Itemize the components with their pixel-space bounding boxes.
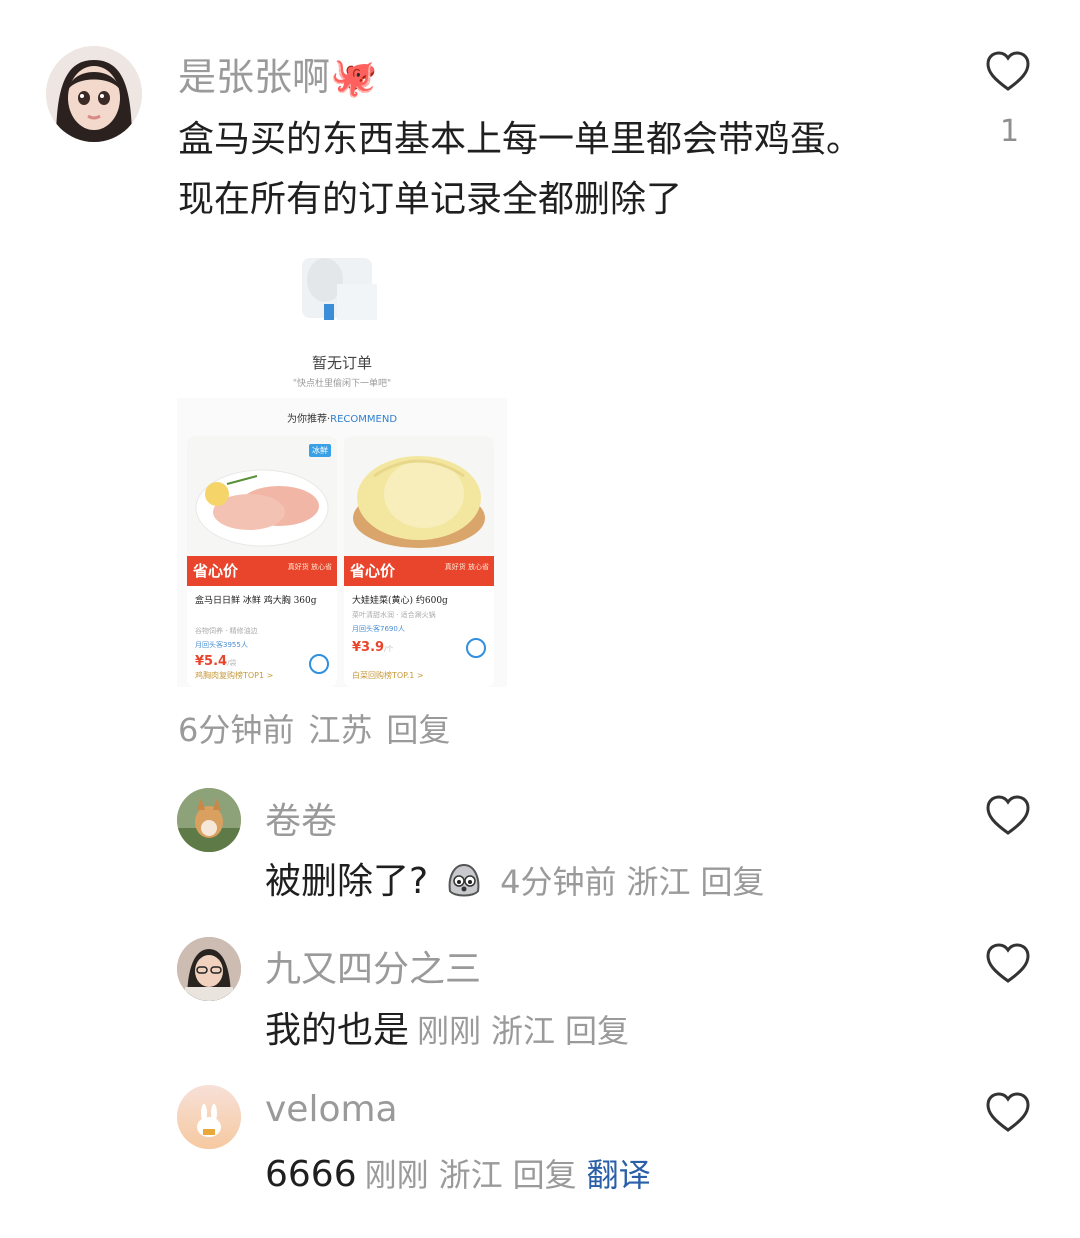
product-price: ¥5.4/袋 (195, 654, 236, 669)
heart-outline-icon (986, 795, 1030, 835)
comment-meta: 6分钟前 江苏 回复 (178, 705, 464, 751)
translate-button[interactable]: 翻译 (587, 1156, 651, 1194)
reply-button[interactable]: 回复 (701, 863, 765, 901)
price-unit: /袋 (227, 659, 237, 667)
product-price: ¥3.9/个 (352, 640, 393, 655)
comment-time: 6分钟前 (178, 711, 295, 749)
like-button[interactable] (984, 792, 1032, 840)
comment-username[interactable]: 是张张啊🐙 (178, 46, 377, 101)
napa-cabbage-image (353, 456, 485, 548)
empty-order-subtitle: "快点杜里偷闲下一单吧" (292, 379, 392, 389)
recommend-en: RECOMMEND (330, 414, 398, 425)
reply-time: 刚刚 (364, 1156, 429, 1194)
reply-time: 4分钟前 (500, 863, 617, 901)
reply-time: 刚刚 (417, 1012, 482, 1050)
worried-face-emoji-icon (448, 863, 480, 897)
avatar[interactable] (177, 788, 241, 852)
reply-text: 我的也是 刚刚 浙江 回复 (265, 1001, 639, 1053)
reply-meta: 刚刚 浙江 回复 (417, 1012, 639, 1050)
empty-box-illustration-icon (302, 258, 377, 320)
reply-meta: 4分钟前 浙江 回复 (500, 863, 774, 901)
product-subtitle: 谷物饲养 · 精修油边 (195, 627, 258, 635)
product-subtitle: 菜叶清甜水润 · 适合涮火锅 (352, 611, 436, 619)
avatar-person-image (177, 937, 241, 1001)
empty-order-title: 暂无订单 (311, 354, 372, 372)
empty-order-area: 暂无订单 "快点杜里偷闲下一单吧" (177, 240, 507, 398)
product-tag: 冰鲜 (309, 444, 331, 457)
product-rank: 白菜回购榜TOP.1 > (352, 671, 424, 680)
reply-content: 被删除了? (265, 861, 429, 902)
reply-meta: 刚刚 浙江 回复 (365, 1156, 587, 1194)
price-band-title: 省心价 (193, 562, 239, 580)
reply-username[interactable]: 卷卷 (265, 792, 337, 844)
like-button[interactable] (984, 1089, 1032, 1137)
cart-icon[interactable] (309, 654, 329, 674)
reply-button[interactable]: 回复 (513, 1156, 577, 1194)
product-sold-count: 月回头客7690人 (352, 625, 405, 633)
like-button[interactable] (984, 940, 1032, 988)
reply-location: 浙江 (491, 1012, 556, 1050)
price-band: 省心价 真好货 放心省 (344, 556, 494, 586)
reply-text: 被删除了? 4分钟前 浙江 回复 (265, 852, 775, 904)
reply-username[interactable]: veloma (265, 1089, 398, 1130)
price-value: ¥3.9 (352, 640, 385, 655)
price-band-title: 省心价 (350, 562, 396, 580)
product-sold-count: 月回头客3955人 (195, 641, 248, 649)
reply-username[interactable]: 九又四分之三 (265, 940, 481, 992)
like-count: 1 (1000, 114, 1020, 149)
price-band: 省心价 真好货 放心省 (187, 556, 337, 586)
price-band-slogan: 真好货 放心省 (444, 563, 489, 571)
product-name: 大娃娃菜(黄心) 约600g (352, 596, 448, 606)
heart-outline-icon (986, 1092, 1030, 1132)
comment-location: 江苏 (308, 711, 373, 749)
recommend-cn: 为你推荐· (286, 414, 331, 425)
reply-content: 6666 (265, 1154, 357, 1195)
product-image-cabbage (344, 436, 494, 556)
like-button[interactable] (984, 48, 1032, 96)
price-unit: /个 (384, 645, 394, 653)
price-band-slogan: 真好货 放心省 (287, 563, 332, 571)
avatar-girl-image (46, 46, 142, 142)
comment-text-line-2: 现在所有的订单记录全都删除了 (178, 179, 683, 220)
product-name: 盒马日日鲜 冰鲜 鸡大胸 360g (195, 596, 317, 606)
heart-outline-icon (986, 51, 1030, 91)
comment-attached-image[interactable]: 暂无订单 "快点杜里偷闲下一单吧" 为你推荐·RECOMMEND 冰鲜 省心价 … (177, 240, 507, 687)
product-card-chicken: 冰鲜 省心价 真好货 放心省 盒马日日鲜 冰鲜 鸡大胸 360g 谷物饲养 · … (187, 436, 337, 687)
reply-button[interactable]: 回复 (386, 711, 450, 749)
comment-text-line-1: 盒马买的东西基本上每一单里都会带鸡蛋。 (178, 119, 863, 160)
avatar-bunny-image (177, 1085, 241, 1149)
heart-outline-icon (986, 943, 1030, 983)
reply-content: 我的也是 (265, 1010, 410, 1051)
reply-button[interactable]: 回复 (565, 1012, 629, 1050)
reply-location: 浙江 (438, 1156, 503, 1194)
avatar[interactable] (177, 1085, 241, 1149)
avatar-dog-image (177, 788, 241, 852)
reply-location: 浙江 (626, 863, 691, 901)
product-rank: 鸡胸肉复购榜TOP1 > (195, 671, 274, 680)
recommend-header: 为你推荐·RECOMMEND (177, 410, 507, 425)
avatar[interactable] (46, 46, 142, 142)
product-card-cabbage: 省心价 真好货 放心省 大娃娃菜(黄心) 约600g 菜叶清甜水润 · 适合涮火… (344, 436, 494, 687)
price-value: ¥5.4 (195, 654, 228, 669)
avatar[interactable] (177, 937, 241, 1001)
cart-icon[interactable] (466, 638, 486, 658)
reply-text: 6666 刚刚 浙江 回复 翻译 (265, 1150, 651, 1196)
